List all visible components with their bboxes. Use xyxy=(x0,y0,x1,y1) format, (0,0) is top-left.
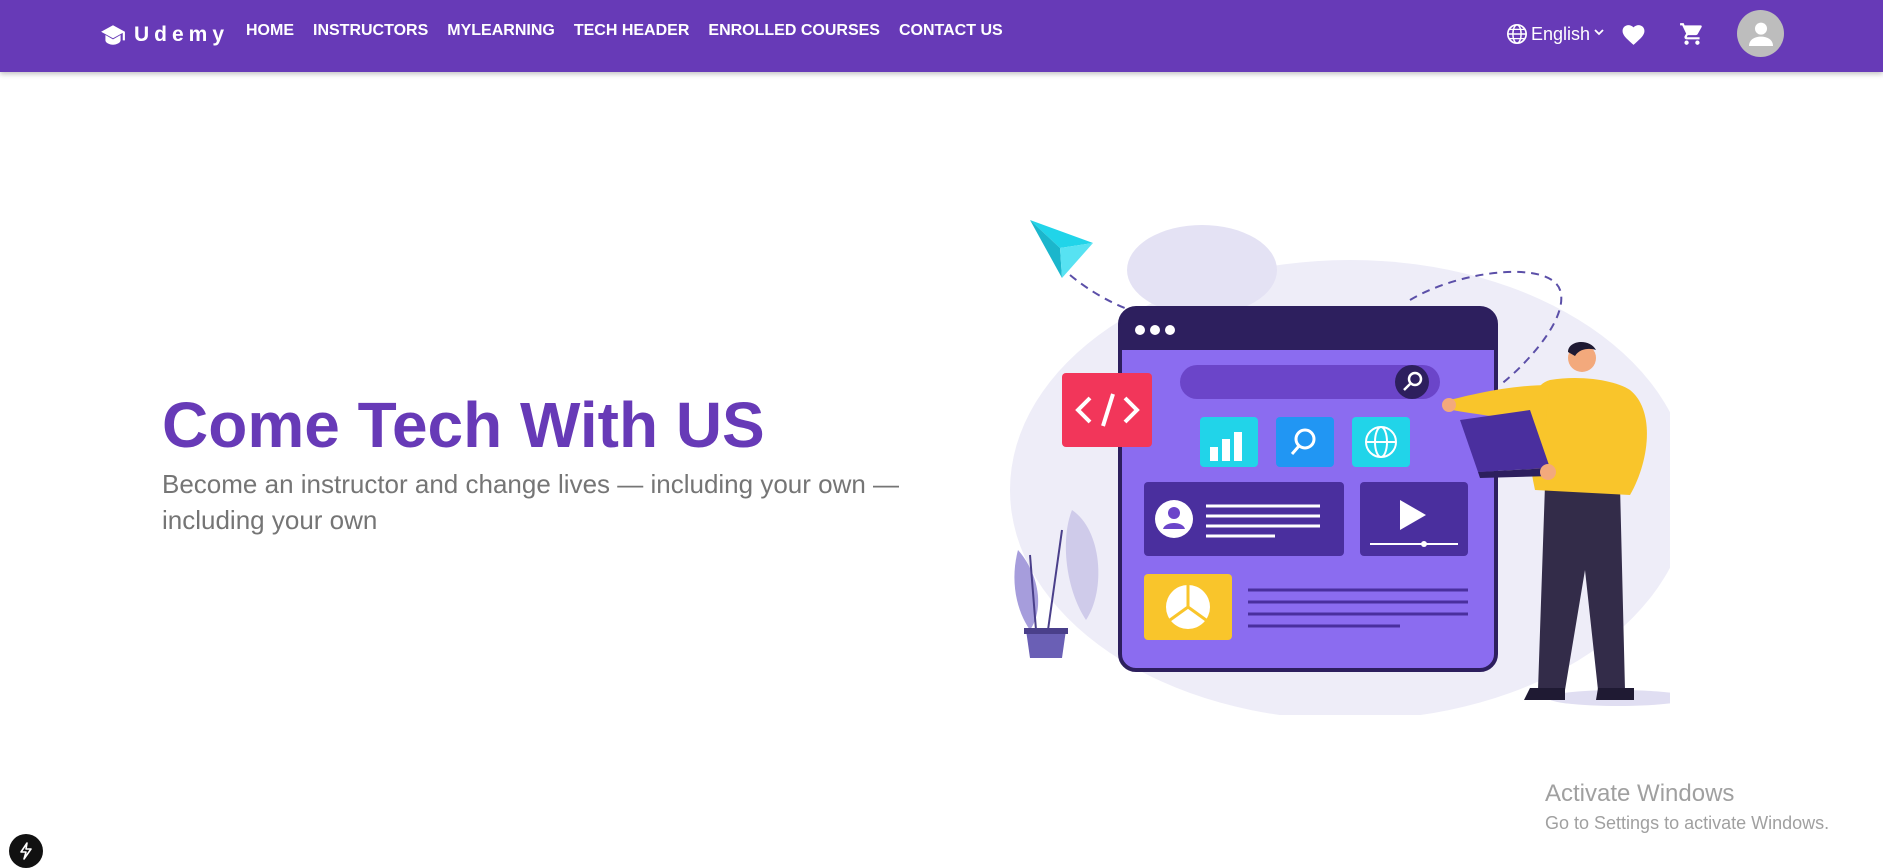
browser-window-graphic xyxy=(1118,306,1498,672)
cart-icon xyxy=(1680,23,1702,45)
hero-title: Come Tech With US xyxy=(162,389,765,461)
nav-link-tech-header[interactable]: TECH HEADER xyxy=(574,22,690,40)
nav-link-enrolled-courses[interactable]: ENROLLED COURSES xyxy=(708,22,880,40)
nav-link-contact-us[interactable]: CONTACT US xyxy=(899,22,1003,40)
account-icon xyxy=(1748,22,1773,46)
paper-plane-icon xyxy=(1030,220,1093,278)
graduation-cap-icon xyxy=(101,25,125,45)
hero-subtitle: Become an instructor and change lives — … xyxy=(162,469,900,535)
nav-link-instructors[interactable]: INSTRUCTORS xyxy=(313,22,428,40)
account-avatar-button[interactable] xyxy=(1737,10,1784,57)
activate-windows-title: Activate Windows xyxy=(1545,780,1735,807)
heart-icon xyxy=(1622,24,1644,45)
language-selector[interactable]: English xyxy=(1506,20,1605,48)
main-nav: HOME INSTRUCTORS MYLEARNING TECH HEADER … xyxy=(246,22,1022,40)
hero-illustration xyxy=(1010,220,1670,715)
wishlist-button[interactable] xyxy=(1619,20,1647,48)
nav-link-mylearning[interactable]: MYLEARNING xyxy=(447,22,555,40)
cart-button[interactable] xyxy=(1678,20,1706,48)
code-icon xyxy=(1062,373,1152,447)
brand-name: Udemy xyxy=(134,23,230,46)
dev-tools-button[interactable] xyxy=(9,834,43,868)
language-label: English xyxy=(1531,23,1591,44)
brand-logo-link[interactable]: Udemy xyxy=(100,20,229,50)
nav-link-home[interactable]: HOME xyxy=(246,22,294,40)
globe-icon xyxy=(1507,24,1527,44)
activate-windows-subtitle: Go to Settings to activate Windows. xyxy=(1545,813,1830,833)
lightning-icon xyxy=(20,842,32,860)
top-navbar: Udemy HOME INSTRUCTORS MYLEARNING TECH H… xyxy=(0,0,1883,72)
chevron-down-icon xyxy=(1594,29,1604,36)
